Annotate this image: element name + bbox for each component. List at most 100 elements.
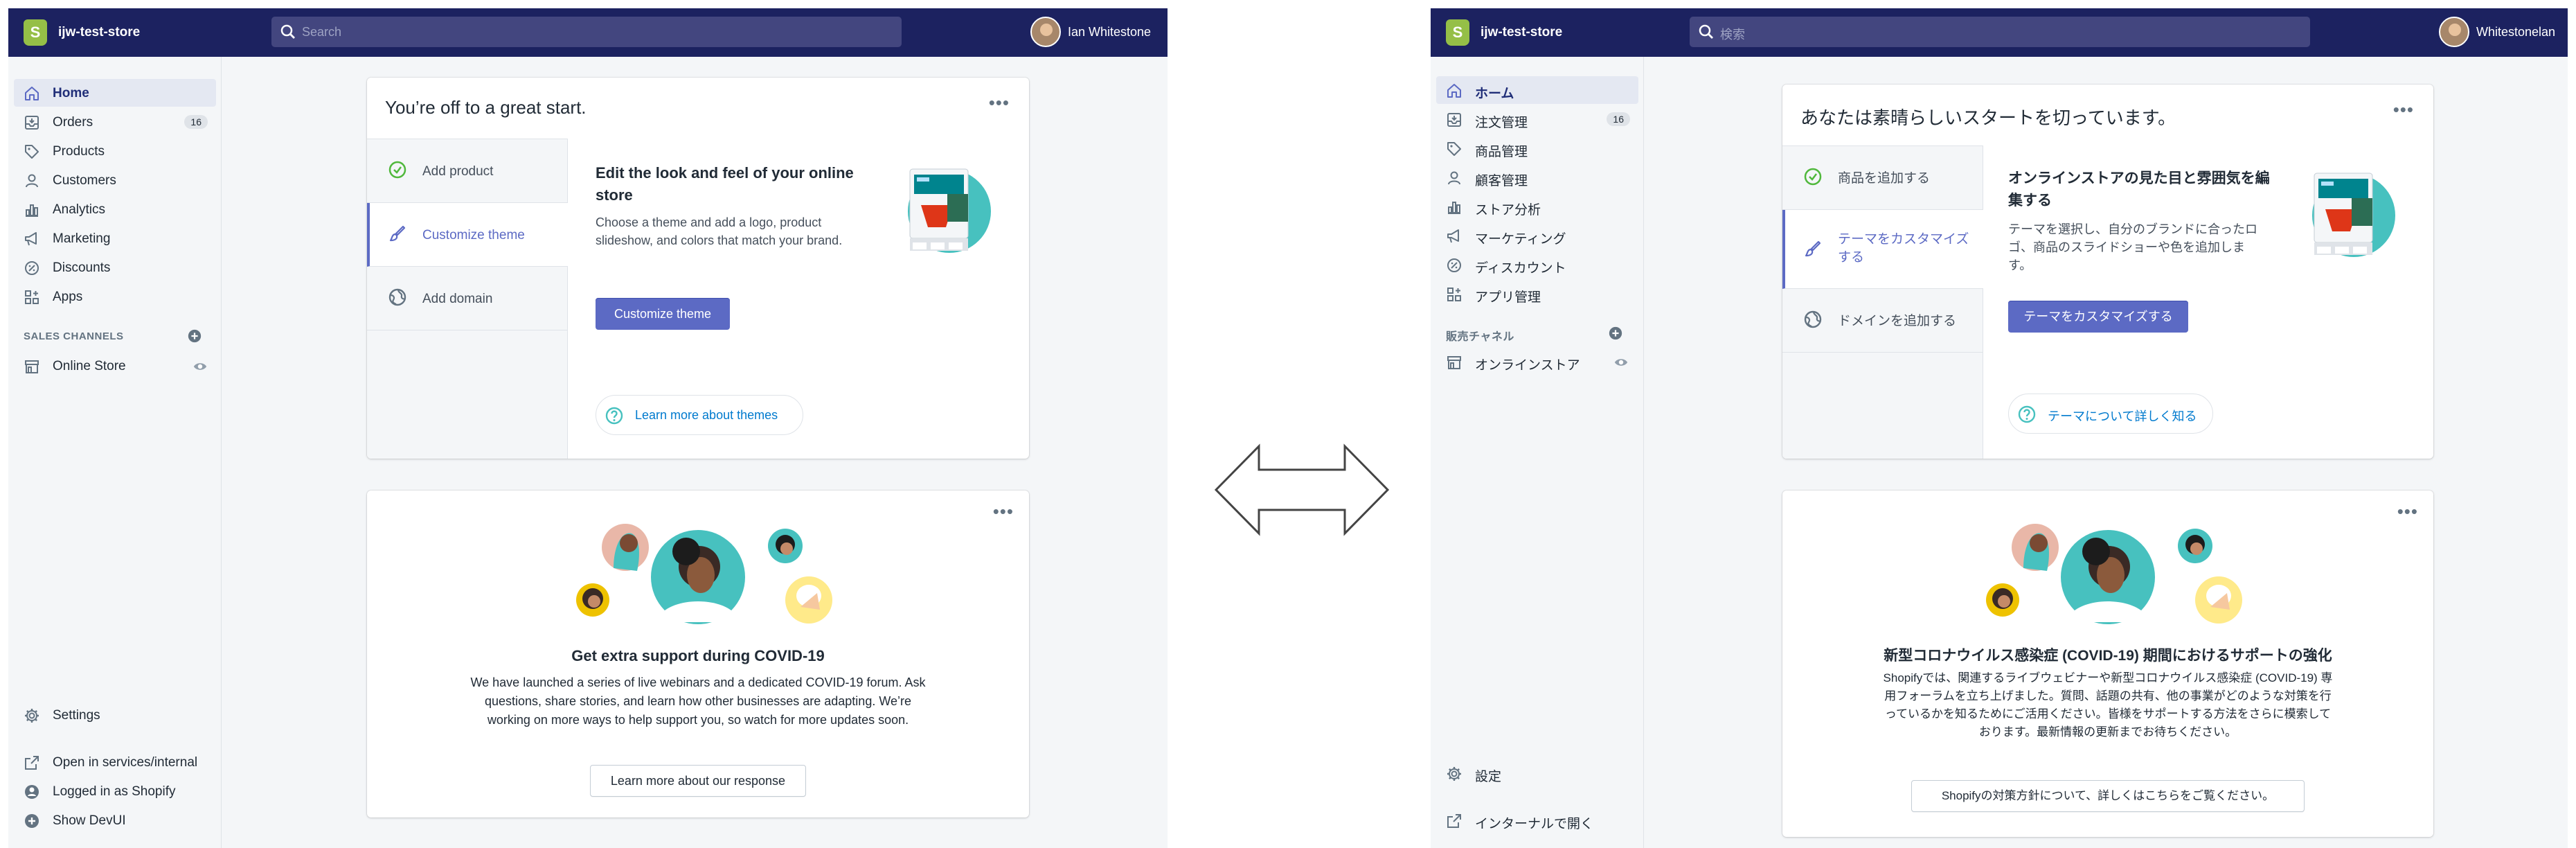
user-menu[interactable]: Ian Whitestone <box>1030 17 1162 47</box>
english-admin-screenshot: S ijw-test-store Search Ian Whitestone H… <box>8 8 1168 848</box>
tab-add-product[interactable]: 商品を追加する <box>1782 146 1983 210</box>
sidebar-item-products[interactable]: 商品管理 <box>1436 134 1638 162</box>
sidebar-item-apps[interactable]: Apps <box>14 283 216 310</box>
sidebar-item-customers[interactable]: Customers <box>14 166 216 194</box>
sidebar-item-marketing[interactable]: Marketing <box>14 224 216 252</box>
megaphone-icon <box>24 231 40 247</box>
user-circle-icon <box>24 784 40 800</box>
user-name: Ian Whitestone <box>1068 25 1152 39</box>
tab-customize-theme[interactable]: Customize theme <box>367 203 568 267</box>
open-internal-link[interactable]: インターナルで開く <box>1436 806 1638 834</box>
sidebar-item-label: ディスカウント <box>1475 261 1566 276</box>
shopify-logo-icon[interactable]: S <box>24 19 47 46</box>
sidebar-item-marketing[interactable]: マーケティング <box>1436 222 1638 249</box>
store-name[interactable]: ijw-test-store <box>1481 25 1562 40</box>
learn-more-themes-link[interactable]: テーマについて詳しく知る <box>2008 394 2213 434</box>
sidebar-item-apps[interactable]: アプリ管理 <box>1436 280 1638 308</box>
apps-icon <box>24 289 40 306</box>
discount-icon <box>1446 257 1463 274</box>
sidebar-item-discounts[interactable]: ディスカウント <box>1436 251 1638 279</box>
person-icon <box>24 173 40 189</box>
sidebar-item-label: Logged in as Shopify <box>53 784 176 799</box>
tab-label: 商品を追加する <box>1838 171 1931 186</box>
open-internal-link[interactable]: Open in services/internal <box>14 748 216 776</box>
covid-response-button[interactable]: Shopifyの対策方針について、詳しくはこちらをご覧ください。 <box>1911 780 2305 812</box>
add-channel-icon[interactable] <box>1608 326 1623 341</box>
sidebar-item-label: Marketing <box>53 231 111 246</box>
sidebar: ホーム 注文管理 16 商品管理 顧客管理 ストア分析 マーケティング ディスカウ… <box>1431 57 1644 848</box>
tab-label: テーマをカスタマイズする <box>1838 232 1969 265</box>
eye-icon[interactable] <box>1613 355 1629 370</box>
help-icon <box>2017 405 2037 424</box>
sidebar-item-label: Show DevUI <box>53 813 126 828</box>
sidebar-item-orders[interactable]: Orders 16 <box>14 108 216 136</box>
logged-in-as-link[interactable]: Logged in as Shopify <box>14 777 216 805</box>
more-actions-icon[interactable]: ••• <box>2397 502 2418 520</box>
covid-heading: 新型コロナウイルス感染症 (COVID-19) 期間におけるサポートの強化 <box>1884 648 2332 664</box>
search-placeholder: Search <box>302 25 342 39</box>
help-icon <box>605 406 624 425</box>
tab-add-domain[interactable]: Add domain <box>367 267 568 330</box>
search-icon <box>280 24 296 40</box>
customize-theme-button[interactable]: テーマをカスタマイズする <box>2008 301 2188 333</box>
home-icon <box>24 85 40 102</box>
checkmark-icon <box>1803 167 1823 186</box>
sidebar-item-analytics[interactable]: ストア分析 <box>1436 193 1638 220</box>
sidebar-item-label: インターナルで開く <box>1475 817 1594 831</box>
covid-response-button[interactable]: Learn more about our response <box>590 765 806 797</box>
sidebar-item-home[interactable]: ホーム <box>1436 76 1638 104</box>
show-devui-link[interactable]: Show DevUI <box>14 806 216 834</box>
search-input[interactable]: Search <box>271 17 902 47</box>
more-actions-icon[interactable]: ••• <box>2393 100 2414 118</box>
avatar <box>2439 17 2469 47</box>
learn-more-label: Learn more about themes <box>635 408 778 422</box>
customize-theme-button[interactable]: Customize theme <box>596 298 730 330</box>
sidebar-item-settings[interactable]: 設定 <box>1436 759 1638 787</box>
orders-icon <box>1446 112 1463 128</box>
covid-support-card: ••• Get extra support during COVID-19 We… <box>367 491 1029 818</box>
learn-more-themes-link[interactable]: Learn more about themes <box>596 395 803 435</box>
sidebar-item-products[interactable]: Products <box>14 137 216 165</box>
tag-icon <box>24 143 40 160</box>
search-placeholder: 検索 <box>1720 28 1745 42</box>
theme-illustration-icon <box>904 166 994 256</box>
covid-body: Shopifyでは、関連するライブウェビナーや新型コロナウイルス感染症 (COV… <box>1883 671 2333 739</box>
paintbrush-icon <box>1803 239 1823 258</box>
add-channel-icon[interactable] <box>187 328 202 344</box>
sidebar-item-discounts[interactable]: Discounts <box>14 254 216 281</box>
sidebar-item-analytics[interactable]: Analytics <box>14 195 216 223</box>
sidebar-item-online-store[interactable]: オンラインストア <box>1436 348 1638 376</box>
sidebar: Home Orders 16 Products Customers Analyti… <box>8 57 222 848</box>
more-actions-icon[interactable]: ••• <box>993 502 1014 520</box>
covid-heading: Get extra support during COVID-19 <box>571 647 825 664</box>
more-actions-icon[interactable]: ••• <box>989 94 1010 112</box>
apps-icon <box>1446 286 1463 303</box>
sidebar-item-label: ストア分析 <box>1475 203 1541 218</box>
tab-add-product[interactable]: Add product <box>367 139 568 203</box>
home-icon <box>1446 82 1463 99</box>
sidebar-item-online-store[interactable]: Online Store <box>14 352 216 380</box>
sidebar-item-customers[interactable]: 顧客管理 <box>1436 164 1638 191</box>
content-body: テーマを選択し、自分のブランドに合ったロゴ、商品のスライドショーや色を追加します… <box>2008 222 2257 272</box>
setup-tabs: Add product Customize theme Add domain <box>367 139 568 459</box>
megaphone-icon <box>1446 228 1463 245</box>
sidebar-item-orders[interactable]: 注文管理 16 <box>1436 105 1638 133</box>
covid-body: We have launched a series of live webina… <box>470 675 926 727</box>
eye-icon[interactable] <box>193 359 208 374</box>
shopify-logo-icon[interactable]: S <box>1446 19 1469 46</box>
tab-label: ドメインを追加する <box>1838 314 1957 328</box>
tab-customize-theme[interactable]: テーマをカスタマイズする <box>1782 210 1983 289</box>
japanese-admin-screenshot: S ijw-test-store 検索 Whitestonelan ホーム 注文… <box>1431 8 2568 848</box>
covid-support-card: ••• 新型コロナウイルス感染症 (COVID-19) 期間におけるサポートの強… <box>1782 491 2433 837</box>
store-name[interactable]: ijw-test-store <box>58 25 140 40</box>
tab-add-domain[interactable]: ドメインを追加する <box>1782 289 1983 353</box>
sidebar-item-label: アプリ管理 <box>1475 290 1541 305</box>
user-menu[interactable]: Whitestonelan <box>2439 17 2564 47</box>
sidebar-item-label: 顧客管理 <box>1475 174 1528 188</box>
external-link-icon <box>24 754 40 771</box>
sidebar-item-home[interactable]: Home <box>14 79 216 107</box>
sidebar-item-settings[interactable]: Settings <box>14 701 216 729</box>
search-input[interactable]: 検索 <box>1690 17 2310 47</box>
sidebar-item-label: ホーム <box>1475 87 1514 101</box>
sidebar-item-label: Products <box>53 144 105 159</box>
